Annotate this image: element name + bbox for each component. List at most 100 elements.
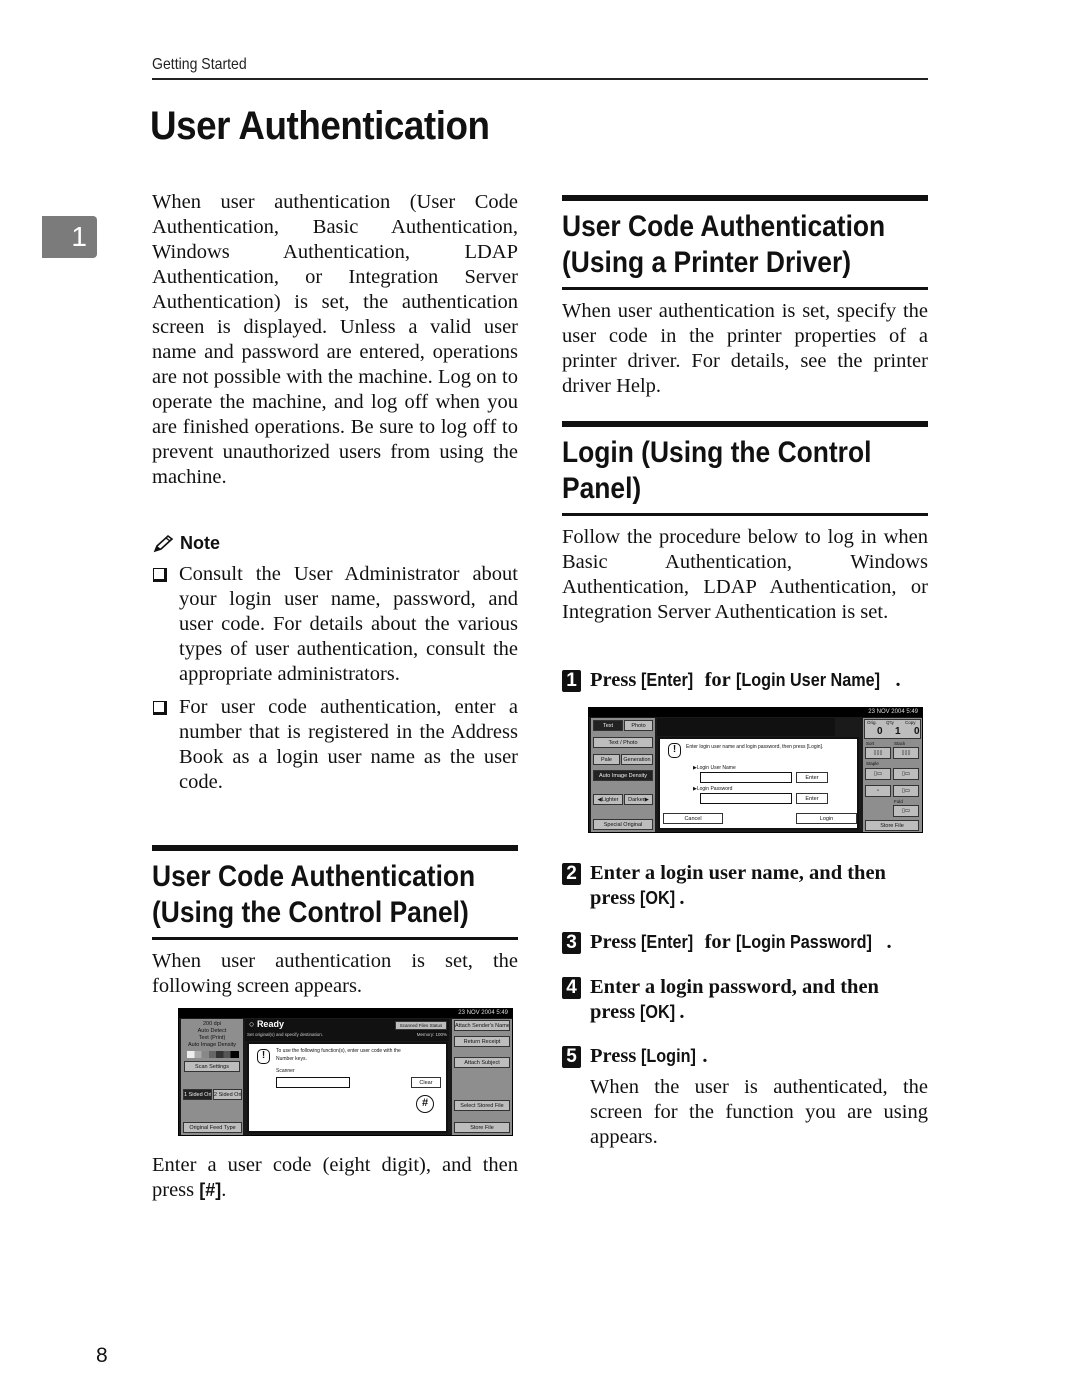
status-text: Ready xyxy=(256,1019,284,1029)
heading-line: User Code Authentication xyxy=(562,210,886,243)
store-file-button[interactable]: Store File xyxy=(454,1122,510,1133)
cancel-button[interactable]: Cancel xyxy=(663,813,723,824)
exclamation-icon: ! xyxy=(257,1049,270,1064)
clear-button[interactable]: Clear xyxy=(411,1077,441,1088)
login-key-label: [Login] xyxy=(641,1046,697,1066)
login-user-name-key-label: [Login User Name] xyxy=(735,670,880,690)
login-user-name-field[interactable] xyxy=(700,772,792,783)
copy-counter: Orig. Q'ty Copy 0 1 0 xyxy=(864,719,921,739)
step-1: 1 Press [Enter] for [Login User Name]. xyxy=(562,668,928,693)
note-label: Note xyxy=(180,533,220,553)
page-number: 8 xyxy=(96,1344,108,1367)
step-number: 3 xyxy=(562,932,581,954)
screen-right-panel: Orig. Q'ty Copy 0 1 0 Sort Stack ▯▯▯ ▯▯▯… xyxy=(863,718,922,832)
fold-label: Fold xyxy=(894,799,903,804)
login-password-label: ▶Login Password xyxy=(693,786,733,792)
login-screen: 23 NOV 2004 5:49 Text Photo Text / Photo… xyxy=(588,707,923,833)
enter-key-label: [Enter] xyxy=(641,932,694,952)
section-user-code-printer-driver: User Code Authentication (Using a Printe… xyxy=(562,195,928,399)
note-list: Consult the User Administrator about you… xyxy=(152,562,518,803)
section-user-code-control-panel: User Code Authentication (Using the Cont… xyxy=(152,845,518,999)
special-original-button[interactable]: Special Original xyxy=(593,819,653,830)
one-sided-button[interactable]: 1 Sided Orig. xyxy=(183,1089,212,1100)
step-4: 4 Enter a login password, and then press… xyxy=(562,975,928,1025)
section-rule xyxy=(562,287,928,290)
hash-key-label: [#] xyxy=(199,1180,222,1200)
instruction-text: . xyxy=(221,1179,227,1201)
section-heading: Login (Using the Control Panel) xyxy=(562,427,884,513)
ok-key-label: [OK] xyxy=(640,888,676,908)
step-result: When the user is authenticated, the scre… xyxy=(590,1076,928,1148)
note-item-text: For user code authentication, enter a nu… xyxy=(179,696,518,793)
login-password-field[interactable] xyxy=(700,793,792,804)
fold-button[interactable]: ▯▭ xyxy=(893,805,919,817)
staple-side-button[interactable]: ▯▭ xyxy=(893,785,919,797)
status-bar: ○ Ready Set original(s) and specify dest… xyxy=(245,1019,449,1041)
copy-value: 0 xyxy=(914,726,920,737)
section-paragraph: When user authentication is set, specify… xyxy=(562,300,928,397)
hash-key-icon[interactable]: # xyxy=(416,1095,434,1113)
darker-button[interactable]: Darker▶ xyxy=(624,794,653,805)
density-bar[interactable] xyxy=(187,1051,239,1058)
staple-double-button[interactable]: ▯▭ xyxy=(893,768,919,780)
function-label: Scanner xyxy=(276,1068,295,1074)
status-ready: ○ Ready xyxy=(249,1019,284,1029)
attach-senders-name-button[interactable]: Attach Sender's Name xyxy=(454,1020,510,1031)
section-rule xyxy=(152,937,518,940)
attach-subject-button[interactable]: Attach Subject xyxy=(454,1057,510,1068)
section-paragraph: When user authentication is set, the fol… xyxy=(152,950,518,997)
staple-corner-button[interactable]: ▫ xyxy=(865,785,891,797)
header-rule xyxy=(152,78,928,80)
heading-line: (Using the Control Panel) xyxy=(152,896,469,929)
section-rule xyxy=(562,513,928,516)
user-code-screen: 23 NOV 2004 5:49 200 dpi Auto Detect Tex… xyxy=(178,1008,513,1136)
login-button[interactable]: Login xyxy=(796,813,857,824)
orig-value: 0 xyxy=(877,726,883,737)
staple-label: Staple xyxy=(866,761,879,766)
step-text: Enter a login user name, and then press … xyxy=(590,862,886,909)
section-paragraph: Follow the procedure below to log in whe… xyxy=(562,526,928,623)
login-password-key-label: [Login Password] xyxy=(735,932,872,952)
scan-settings-button[interactable]: Scan Settings xyxy=(184,1061,240,1072)
status-subtext: Set original(s) and specify destination. xyxy=(247,1032,324,1037)
status-bar xyxy=(657,718,835,736)
store-file-button[interactable]: Store File xyxy=(865,820,919,831)
sort-button[interactable]: ▯▯▯ xyxy=(865,747,891,759)
copy-label: Copy xyxy=(905,720,916,725)
original-feed-type-button[interactable]: Original Feed Type xyxy=(183,1122,242,1133)
section-heading: User Code Authentication (Using a Printe… xyxy=(562,201,886,287)
text-print: Text (Print) xyxy=(198,1035,226,1041)
enter-password-button[interactable]: Enter xyxy=(796,793,828,804)
screen-right-panel: Attach Sender's Name Return Receipt Atta… xyxy=(452,1019,512,1135)
select-stored-file-button[interactable]: Select Stored File xyxy=(454,1100,510,1111)
screen-left-panel: 200 dpi Auto Detect Text (Print) Auto Im… xyxy=(181,1019,243,1135)
text-photo-button[interactable]: Text / Photo xyxy=(593,737,653,748)
page-title: User Authentication xyxy=(150,104,490,148)
staple-button[interactable]: ▯▭ xyxy=(865,768,891,780)
intro-paragraph: When user authentication (User Code Auth… xyxy=(152,191,518,488)
auto-image-density: Auto Image Density xyxy=(188,1042,236,1048)
user-code-dialog: ! To use the following function(s), ente… xyxy=(247,1042,448,1133)
text-button[interactable]: Text xyxy=(593,720,623,731)
screen-left-panel: Text Photo Text / Photo Pale Generation … xyxy=(591,718,655,832)
scanned-files-status-button[interactable]: Scanned Files Status xyxy=(395,1021,447,1030)
stack-button[interactable]: ▯▯▯ xyxy=(893,747,919,759)
user-code-field[interactable] xyxy=(276,1077,350,1088)
enter-user-name-button[interactable]: Enter xyxy=(796,772,828,783)
user-code-instruction: Enter a user code (eight digit), and the… xyxy=(152,1153,518,1203)
heading-line: (Using a Printer Driver) xyxy=(562,246,852,279)
checkbox-icon xyxy=(153,701,167,715)
step-number: 4 xyxy=(562,977,581,999)
return-receipt-button[interactable]: Return Receipt xyxy=(454,1036,510,1047)
two-sided-button[interactable]: 2 Sided Orig. xyxy=(213,1089,242,1100)
auto-image-density-button[interactable]: Auto Image Density xyxy=(593,770,653,781)
step-number: 5 xyxy=(562,1046,581,1068)
lighter-button[interactable]: ◀Lighter xyxy=(593,794,623,805)
step-number: 2 xyxy=(562,863,581,885)
photo-button[interactable]: Photo xyxy=(624,720,653,731)
section-heading: User Code Authentication (Using the Cont… xyxy=(152,851,475,937)
step-text: Enter a login password, and then press [… xyxy=(590,976,879,1023)
pale-button[interactable]: Pale xyxy=(593,754,620,765)
checkbox-icon xyxy=(153,568,167,582)
generation-button[interactable]: Generation xyxy=(621,754,653,765)
